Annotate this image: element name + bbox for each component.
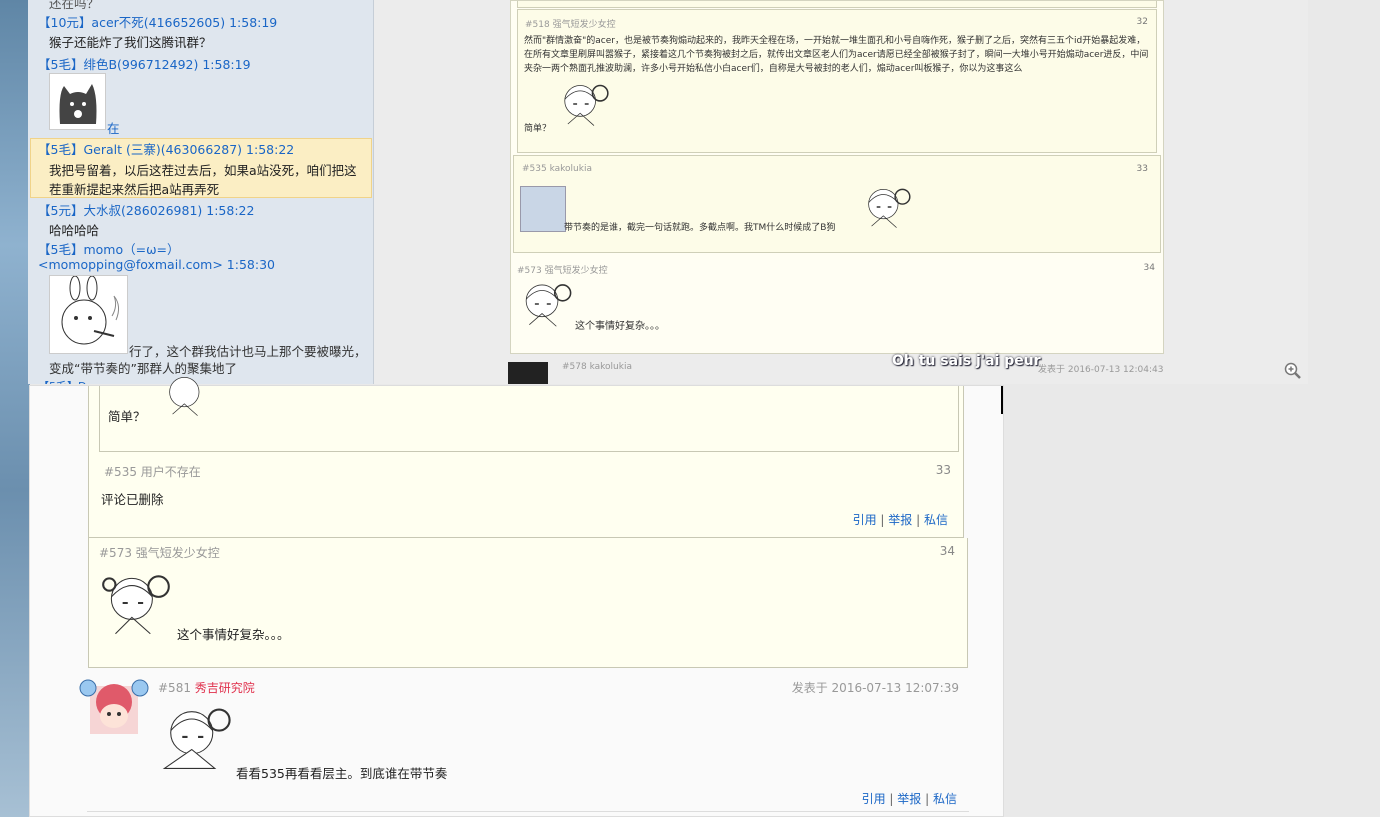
post-floor: #578 kakolukia xyxy=(562,362,632,372)
post-author[interactable]: 秀吉研究院 xyxy=(195,681,255,695)
post-floor: #581 xyxy=(158,681,191,695)
quote-tail: 简单？ xyxy=(108,409,146,424)
message-button[interactable]: 私信 xyxy=(924,513,948,527)
chat-message: 【5元】大水叔(286026981) 1:58:22 哈哈哈哈 xyxy=(28,200,373,240)
report-button[interactable]: 举报 xyxy=(888,513,912,527)
qq-chat-window: 还在吗？ 【10元】acer不死(416652605) 1:58:19 猴子还能… xyxy=(28,0,374,384)
anime-girl-sticker xyxy=(162,708,231,769)
chat-sender[interactable]: 【10元】acer不死(416652605) 1:58:19 xyxy=(28,12,373,31)
chat-message-body: 在 xyxy=(107,121,120,136)
forum-screenshot-main: 简单？ #535 用户不存在 33 评论已删除 引用 | 举报 | 私信 #57… xyxy=(29,376,1004,817)
quote-index: 33 xyxy=(1136,164,1148,174)
quote-floor: #573 强气短发少女控 xyxy=(517,266,608,276)
image-caption: Oh tu sais j'ai peur xyxy=(892,353,1041,369)
quote-floor: #535 kakolukia xyxy=(522,164,592,174)
quote-text: 评论已删除 xyxy=(101,492,164,507)
quote-floor: #573 强气短发少女控 xyxy=(99,546,220,560)
quote-518-tail: 简单？ xyxy=(99,376,959,452)
chat-sender[interactable]: 【5毛】momo（=ω=）<momopping@foxmail.com> 1:5… xyxy=(28,242,364,272)
chat-message-body: 猴子还能炸了我们这腾讯群？ xyxy=(49,35,212,50)
screenshot-thumbnail xyxy=(520,186,566,232)
desktop-background xyxy=(0,0,30,817)
post-date: 发表于 2016-07-13 12:07:39 xyxy=(791,681,959,695)
avatar xyxy=(508,362,548,384)
quote-button[interactable]: 引用 xyxy=(862,792,886,806)
post-actions: 引用 | 举报 | 私信 xyxy=(861,792,957,806)
quote-index: 32 xyxy=(1136,17,1148,27)
quote-floor: #518 强气短发少女控 xyxy=(525,20,616,30)
quote-535: #535 kakolukia 33 带节奏的是谁，截完一句话就跑。多截点啊。我T… xyxy=(513,155,1161,253)
anime-girl-sticker xyxy=(868,188,911,228)
quote-button[interactable]: 引用 xyxy=(853,513,877,527)
chat-message: 【5毛】Geralt (三寨)(463066287) 1:58:22 我把号留着… xyxy=(28,139,373,199)
divider xyxy=(87,811,969,812)
forum-post-frame: #518 强气短发少女控 32 然而"群情激奋"的acer，也是被节奏狗煽动起来… xyxy=(510,0,1164,354)
avatar[interactable] xyxy=(78,678,150,734)
quote-actions: 引用 | 举报 | 私信 xyxy=(852,513,948,527)
quote-tail: 简单？ xyxy=(524,124,552,134)
anime-girl-sticker xyxy=(102,575,170,635)
quote-573: #573 强气短发少女控 34 这个事情好复杂。。。 xyxy=(88,538,968,668)
quote-index: 34 xyxy=(939,544,955,558)
quote-index: 33 xyxy=(935,463,951,477)
chat-sender[interactable]: 【5毛】绯色B(996712492) 1:58:19 xyxy=(28,54,373,73)
quote-text: 带节奏的是谁，截完一句话就跑。多截点啊。我TM什么时候成了B狗 xyxy=(564,223,836,233)
quote-index: 34 xyxy=(1143,263,1155,273)
zoom-in-icon[interactable] xyxy=(1284,362,1302,380)
post-text: 看看535再看看层主。到底谁在带节奏 xyxy=(236,766,448,781)
chat-sender[interactable]: 【5毛】Geralt (三寨)(463066287) 1:58:22 xyxy=(28,139,373,158)
anime-girl-sticker xyxy=(525,284,572,327)
anime-girl-sticker xyxy=(169,376,200,416)
divider xyxy=(1001,386,1003,414)
chat-message-body: 哈哈哈哈 xyxy=(49,223,100,238)
chat-sender[interactable]: 【5元】大水叔(286026981) 1:58:22 xyxy=(28,200,373,219)
cat-sticker xyxy=(49,73,106,130)
forum-screenshot-top: #518 强气短发少女控 32 然而"群情激奋"的acer，也是被节奏狗煽动起来… xyxy=(374,0,1308,384)
quote-outer: 简单？ #535 用户不存在 33 评论已删除 引用 | 举报 | 私信 xyxy=(88,376,964,538)
chat-message: 【10元】acer不死(416652605) 1:58:19 猴子还能炸了我们这… xyxy=(28,12,373,52)
quote-text: 这个事情好复杂。。。 xyxy=(575,321,665,332)
quote-text: 这个事情好复杂。。。 xyxy=(177,627,290,642)
chat-message: 【5毛】momo（=ω=）<momopping@foxmail.com> 1:5… xyxy=(28,242,373,272)
chat-message: 【5毛】绯色B(996712492) 1:58:19 xyxy=(28,54,373,73)
message-button[interactable]: 私信 xyxy=(933,792,957,806)
report-button[interactable]: 举报 xyxy=(897,792,921,806)
quote-518: #518 强气短发少女控 32 然而"群情激奋"的acer，也是被节奏狗煽动起来… xyxy=(517,9,1157,153)
chat-message-body: 我把号留着，以后这茬过去后，如果a站没死，咱们把这茬重新提起来然后把a站再弄死 xyxy=(49,163,357,197)
post-date: 发表于 2016-07-13 12:04:43 xyxy=(1038,365,1164,375)
quote-box-top xyxy=(517,1,1157,8)
post-header: #581 秀吉研究院 xyxy=(158,679,255,696)
anime-girl-sticker xyxy=(564,84,609,126)
quote-text: 然而"群情激奋"的acer，也是被节奏狗煽动起来的，我昨天全程在场，一开始就一堆… xyxy=(524,36,1149,74)
quote-floor: #535 用户不存在 xyxy=(104,465,201,479)
